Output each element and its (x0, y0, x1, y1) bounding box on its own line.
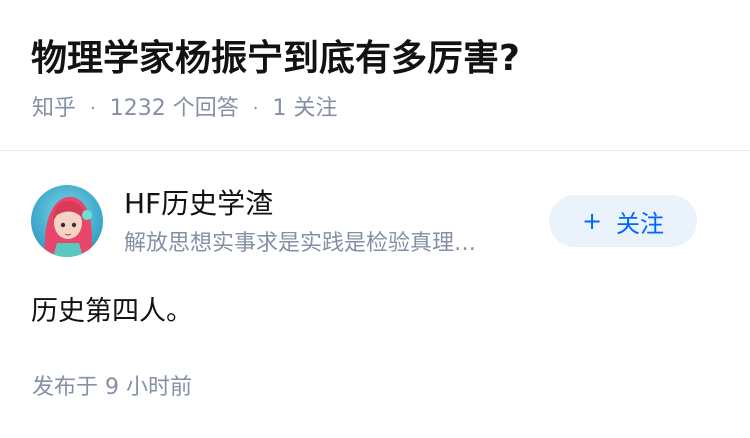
published-time: 发布于 9 小时前 (32, 375, 192, 400)
author-name[interactable]: HF历史学渣 (124, 185, 273, 223)
meta-separator: · (90, 98, 96, 119)
answer-author: HF历史学渣 解放思想实事求是实践是检验真理… + 关注 (0, 170, 750, 270)
question-title[interactable]: 物理学家杨振宁到底有多厉害? (31, 34, 520, 84)
follow-button-label: 关注 (616, 209, 665, 238)
author-bio: 解放思想实事求是实践是检验真理… (124, 231, 477, 256)
question-meta: 知乎 · 1232 个回答 · 1 关注 (32, 93, 337, 125)
meta-separator: · (252, 98, 259, 119)
plus-icon: + (581, 207, 603, 235)
avatar-image (31, 185, 103, 257)
follow-count[interactable]: 1 关注 (272, 93, 337, 125)
answer-content[interactable]: 历史第四人。 (31, 293, 193, 331)
question-header: 物理学家杨振宁到底有多厉害? 知乎 · 1232 个回答 · 1 关注 (0, 0, 750, 151)
avatar[interactable] (31, 185, 103, 257)
follow-button[interactable]: + 关注 (549, 195, 697, 247)
source-label[interactable]: 知乎 (32, 93, 76, 125)
answer-count[interactable]: 1232 个回答 (110, 93, 239, 125)
